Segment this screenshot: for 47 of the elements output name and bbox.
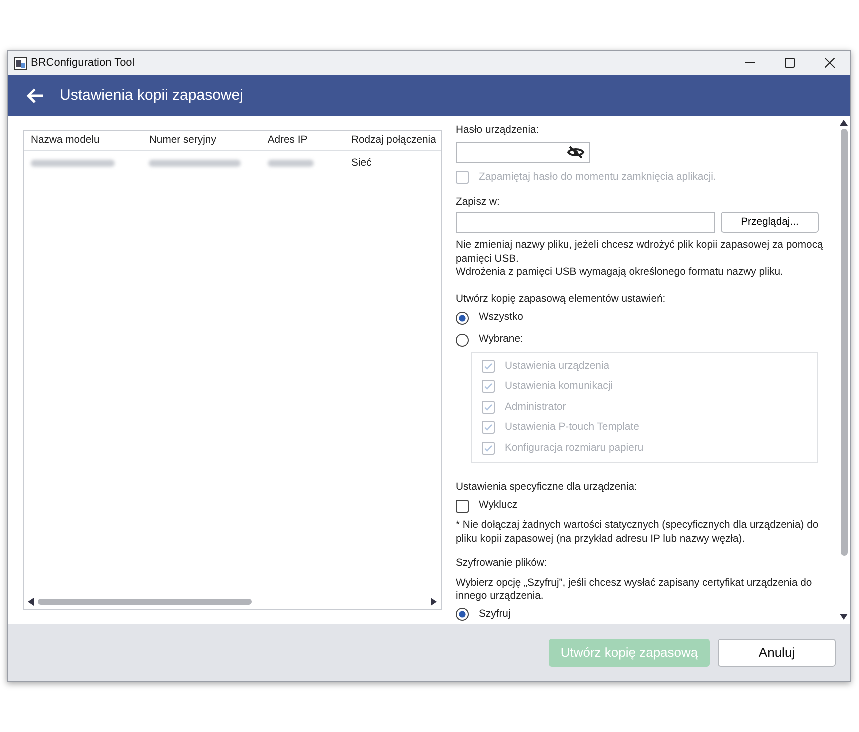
scroll-down-icon[interactable] (840, 614, 848, 620)
column-header[interactable]: Nazwa modelu (24, 135, 142, 146)
checkbox-label: Ustawienia komunikacji (505, 380, 613, 394)
checkbox-label: Ustawienia P-touch Template (505, 421, 640, 434)
cancel-button[interactable]: Anuluj (718, 638, 836, 666)
eye-slash-icon[interactable] (567, 146, 585, 158)
path-field[interactable] (456, 212, 715, 233)
checkbox-label: Konfiguracja rozmiaru papieru (505, 442, 644, 455)
scroll-right-icon[interactable] (431, 598, 437, 606)
horizontal-scrollbar[interactable] (38, 599, 252, 605)
checkbox-label: Ustawienia urządzenia (505, 360, 610, 373)
radio-button[interactable] (456, 312, 469, 324)
radio-label: Wszystko (479, 311, 524, 325)
info-text: Wdrożenia z pamięci USB wymagają określonego formatu nazwy pliku. (456, 266, 784, 280)
checkbox-label: Administrator (505, 400, 566, 414)
radio-button[interactable] (456, 334, 469, 346)
section-label: Utwórz kopię zapasową elementów ustawień: (456, 292, 667, 306)
vertical-scrollbar[interactable] (840, 129, 848, 556)
info-text: Nie zmieniaj nazwy pliku, jeżeli chcesz wdrożyć plik kopii zapasowej za pomocą pamięci USB. (456, 239, 824, 266)
browse-button[interactable]: Przeglądaj... (721, 212, 819, 233)
column-header[interactable]: Rodzaj połączenia (344, 135, 441, 146)
field-label: Hasło urządzenia: (456, 124, 540, 138)
close-icon[interactable] (825, 58, 835, 68)
maximize-icon[interactable] (785, 58, 795, 68)
info-text: Wybierz opcję „Szyfruj”, jeśli chcesz wysłać zapisany certyfikat urządzenia do innego urządzenia. (456, 576, 814, 604)
app-icon (14, 56, 27, 70)
blurred-text (268, 160, 314, 166)
column-header[interactable]: Adres IP (260, 135, 344, 146)
info-text: * Nie dołączaj żadnych wartości statycznych (specyficznych dla urządzenia) do pliku kopii zapasowej (na przykład adresu IP lub nazwy węzła). (456, 519, 820, 546)
window-title: BRConfiguration Tool (31, 57, 135, 69)
section-label: Ustawienia specyficzne dla urządzenia: (456, 480, 638, 494)
radio-label: Szyfruj (479, 608, 511, 622)
checkbox[interactable] (456, 500, 469, 512)
checkbox-label: Zapamiętaj hasło do momentu zamknięcia aplikacji. (479, 170, 716, 184)
table-cell: Sieć (351, 158, 372, 168)
page-title: Ustawienia kopii zapasowej (60, 87, 244, 104)
scroll-up-icon[interactable] (840, 120, 848, 126)
radio-label: Wybrane: (479, 333, 524, 347)
section-label: Szyfrowanie plików: (456, 557, 548, 570)
device-row[interactable]: Sieć (24, 151, 441, 175)
checkbox-label: Wyklucz (479, 499, 518, 513)
password-field[interactable] (456, 142, 590, 162)
field-label: Zapisz w: (456, 196, 501, 209)
scroll-left-icon[interactable] (28, 598, 34, 606)
back-button[interactable] (26, 88, 44, 104)
column-header[interactable]: Numer seryjny (142, 135, 261, 146)
radio-button[interactable] (456, 608, 469, 621)
